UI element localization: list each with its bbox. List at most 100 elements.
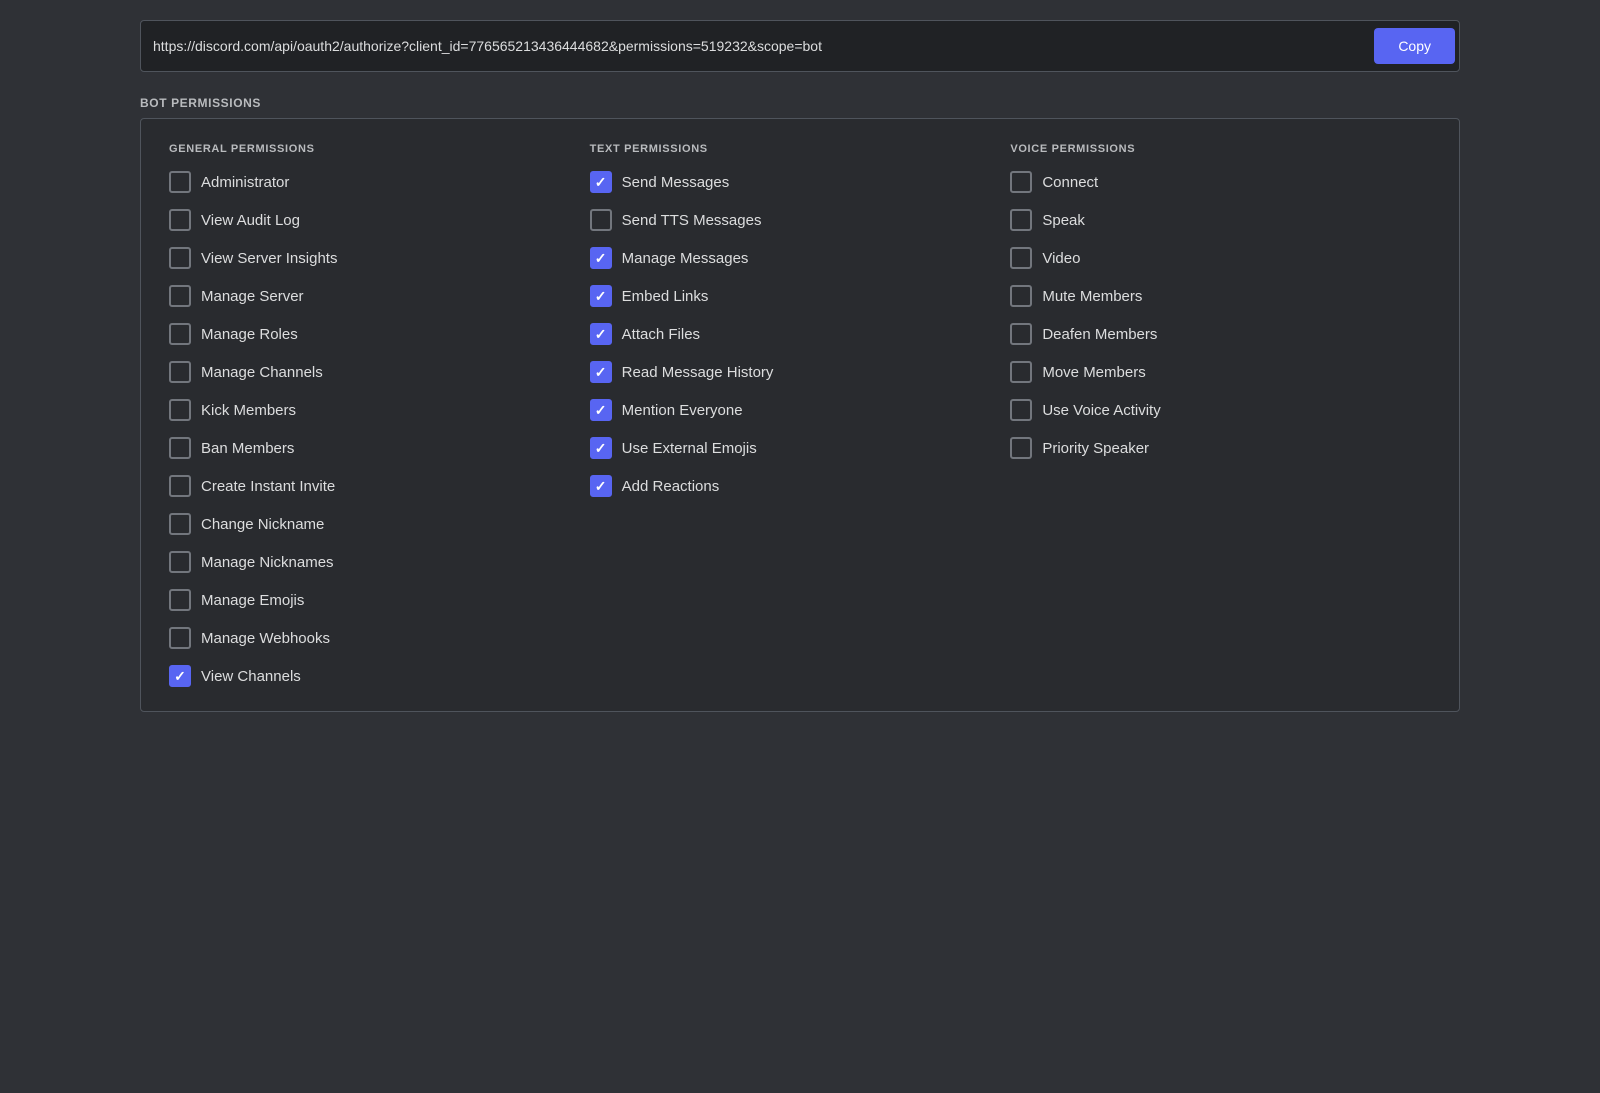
checkbox-general-13[interactable] bbox=[169, 665, 191, 687]
copy-button[interactable]: Copy bbox=[1374, 28, 1455, 64]
checkbox-general-6[interactable] bbox=[169, 399, 191, 421]
permissions-column-voice: VOICE PERMISSIONS Connect Speak Video Mute M… bbox=[1010, 143, 1431, 687]
permission-item-text-3[interactable]: Embed Links bbox=[590, 285, 1011, 307]
checkbox-text-3[interactable] bbox=[590, 285, 612, 307]
permission-item-voice-7[interactable]: Priority Speaker bbox=[1010, 437, 1431, 459]
checkbox-text-1[interactable] bbox=[590, 209, 612, 231]
checkbox-general-10[interactable] bbox=[169, 551, 191, 573]
permission-item-text-4[interactable]: Attach Files bbox=[590, 323, 1011, 345]
url-text: https://discord.com/api/oauth2/authorize… bbox=[153, 38, 1374, 54]
column-header-general: GENERAL PERMISSIONS bbox=[169, 143, 590, 155]
permission-item-general-11[interactable]: Manage Emojis bbox=[169, 589, 590, 611]
permission-label-text-1: Send TTS Messages bbox=[622, 212, 762, 229]
permission-item-general-6[interactable]: Kick Members bbox=[169, 399, 590, 421]
checkbox-voice-5[interactable] bbox=[1010, 361, 1032, 383]
permission-item-general-8[interactable]: Create Instant Invite bbox=[169, 475, 590, 497]
permission-label-voice-5: Move Members bbox=[1042, 364, 1145, 381]
permission-label-voice-4: Deafen Members bbox=[1042, 326, 1157, 343]
permission-item-text-0[interactable]: Send Messages bbox=[590, 171, 1011, 193]
checkbox-text-4[interactable] bbox=[590, 323, 612, 345]
permission-label-general-0: Administrator bbox=[201, 174, 289, 191]
checkbox-voice-2[interactable] bbox=[1010, 247, 1032, 269]
checkbox-general-9[interactable] bbox=[169, 513, 191, 535]
permission-label-general-12: Manage Webhooks bbox=[201, 630, 330, 647]
permission-item-voice-1[interactable]: Speak bbox=[1010, 209, 1431, 231]
checkbox-text-0[interactable] bbox=[590, 171, 612, 193]
permissions-box: GENERAL PERMISSIONS Administrator View Aud… bbox=[140, 118, 1460, 712]
permission-item-general-7[interactable]: Ban Members bbox=[169, 437, 590, 459]
permission-label-general-10: Manage Nicknames bbox=[201, 554, 334, 571]
permission-item-general-0[interactable]: Administrator bbox=[169, 171, 590, 193]
permission-label-general-6: Kick Members bbox=[201, 402, 296, 419]
permission-label-general-4: Manage Roles bbox=[201, 326, 298, 343]
permission-item-voice-6[interactable]: Use Voice Activity bbox=[1010, 399, 1431, 421]
checkbox-general-4[interactable] bbox=[169, 323, 191, 345]
checkbox-general-8[interactable] bbox=[169, 475, 191, 497]
url-bar: https://discord.com/api/oauth2/authorize… bbox=[140, 20, 1460, 72]
checkbox-voice-3[interactable] bbox=[1010, 285, 1032, 307]
permission-item-voice-2[interactable]: Video bbox=[1010, 247, 1431, 269]
checkbox-text-2[interactable] bbox=[590, 247, 612, 269]
checkbox-voice-7[interactable] bbox=[1010, 437, 1032, 459]
checkbox-general-11[interactable] bbox=[169, 589, 191, 611]
permission-label-text-3: Embed Links bbox=[622, 288, 709, 305]
checkbox-general-5[interactable] bbox=[169, 361, 191, 383]
permission-label-voice-6: Use Voice Activity bbox=[1042, 402, 1160, 419]
permission-item-text-7[interactable]: Use External Emojis bbox=[590, 437, 1011, 459]
permission-item-text-8[interactable]: Add Reactions bbox=[590, 475, 1011, 497]
permission-item-general-10[interactable]: Manage Nicknames bbox=[169, 551, 590, 573]
permission-item-general-13[interactable]: View Channels bbox=[169, 665, 590, 687]
permissions-column-general: GENERAL PERMISSIONS Administrator View Aud… bbox=[169, 143, 590, 687]
checkbox-voice-4[interactable] bbox=[1010, 323, 1032, 345]
permission-item-text-5[interactable]: Read Message History bbox=[590, 361, 1011, 383]
permission-label-voice-1: Speak bbox=[1042, 212, 1085, 229]
permission-label-general-1: View Audit Log bbox=[201, 212, 300, 229]
checkbox-general-12[interactable] bbox=[169, 627, 191, 649]
permission-item-text-6[interactable]: Mention Everyone bbox=[590, 399, 1011, 421]
checkbox-voice-0[interactable] bbox=[1010, 171, 1032, 193]
checkbox-text-7[interactable] bbox=[590, 437, 612, 459]
permission-item-voice-4[interactable]: Deafen Members bbox=[1010, 323, 1431, 345]
permission-item-text-1[interactable]: Send TTS Messages bbox=[590, 209, 1011, 231]
permission-label-general-11: Manage Emojis bbox=[201, 592, 304, 609]
checkbox-text-8[interactable] bbox=[590, 475, 612, 497]
permission-label-general-9: Change Nickname bbox=[201, 516, 324, 533]
main-container: https://discord.com/api/oauth2/authorize… bbox=[140, 20, 1460, 712]
permissions-column-text: TEXT PERMISSIONSSend MessagesSend TTS Me… bbox=[590, 143, 1011, 687]
checkbox-voice-1[interactable] bbox=[1010, 209, 1032, 231]
permission-item-general-9[interactable]: Change Nickname bbox=[169, 513, 590, 535]
permission-item-general-1[interactable]: View Audit Log bbox=[169, 209, 590, 231]
permission-label-general-8: Create Instant Invite bbox=[201, 478, 335, 495]
permission-item-general-5[interactable]: Manage Channels bbox=[169, 361, 590, 383]
permission-label-voice-7: Priority Speaker bbox=[1042, 440, 1149, 457]
checkbox-general-3[interactable] bbox=[169, 285, 191, 307]
permission-item-general-12[interactable]: Manage Webhooks bbox=[169, 627, 590, 649]
checkbox-general-2[interactable] bbox=[169, 247, 191, 269]
permission-label-text-0: Send Messages bbox=[622, 174, 730, 191]
checkbox-general-1[interactable] bbox=[169, 209, 191, 231]
permission-item-voice-5[interactable]: Move Members bbox=[1010, 361, 1431, 383]
permission-item-general-2[interactable]: View Server Insights bbox=[169, 247, 590, 269]
permission-label-text-5: Read Message History bbox=[622, 364, 774, 381]
column-header-voice: VOICE PERMISSIONS bbox=[1010, 143, 1431, 155]
permission-label-text-7: Use External Emojis bbox=[622, 440, 757, 457]
checkbox-text-6[interactable] bbox=[590, 399, 612, 421]
permission-label-general-7: Ban Members bbox=[201, 440, 294, 457]
checkbox-text-5[interactable] bbox=[590, 361, 612, 383]
permission-label-voice-3: Mute Members bbox=[1042, 288, 1142, 305]
permission-label-general-5: Manage Channels bbox=[201, 364, 323, 381]
checkbox-general-0[interactable] bbox=[169, 171, 191, 193]
permission-label-text-8: Add Reactions bbox=[622, 478, 720, 495]
checkbox-voice-6[interactable] bbox=[1010, 399, 1032, 421]
permission-item-voice-0[interactable]: Connect bbox=[1010, 171, 1431, 193]
permission-label-voice-0: Connect bbox=[1042, 174, 1098, 191]
checkbox-general-7[interactable] bbox=[169, 437, 191, 459]
permission-label-text-4: Attach Files bbox=[622, 326, 700, 343]
permission-item-voice-3[interactable]: Mute Members bbox=[1010, 285, 1431, 307]
permission-label-text-6: Mention Everyone bbox=[622, 402, 743, 419]
permission-label-general-3: Manage Server bbox=[201, 288, 304, 305]
permission-label-general-2: View Server Insights bbox=[201, 250, 337, 267]
permission-item-general-4[interactable]: Manage Roles bbox=[169, 323, 590, 345]
permission-item-text-2[interactable]: Manage Messages bbox=[590, 247, 1011, 269]
permission-item-general-3[interactable]: Manage Server bbox=[169, 285, 590, 307]
